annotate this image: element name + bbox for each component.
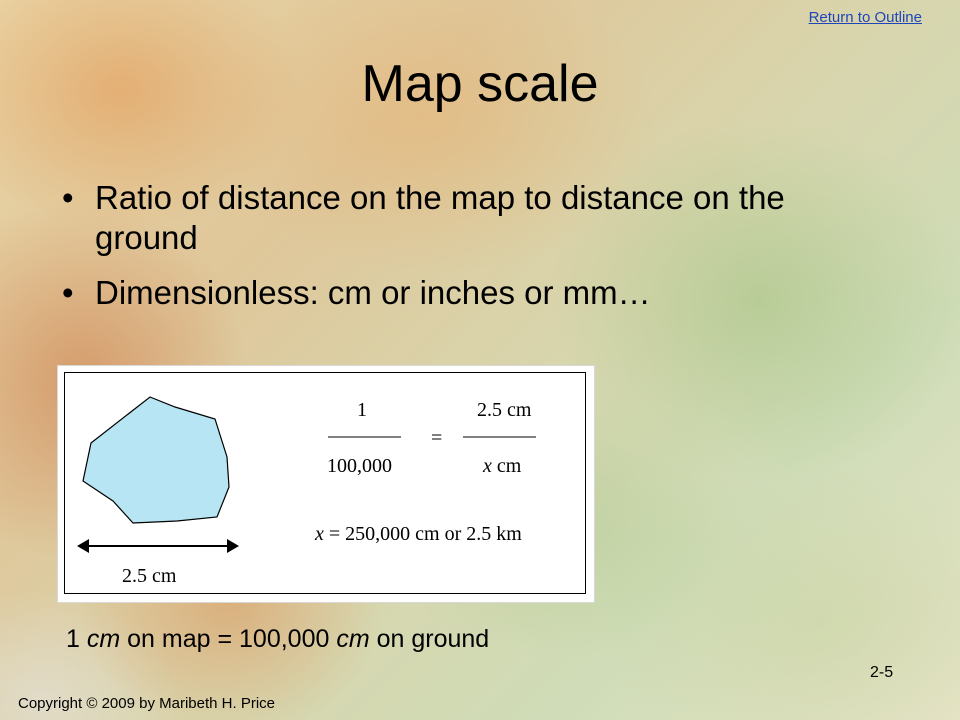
copyright-notice: Copyright © 2009 by Maribeth H. Price bbox=[18, 695, 275, 712]
caption-unit: cm bbox=[86, 625, 121, 653]
return-to-outline-link[interactable]: Return to Outline bbox=[809, 9, 922, 26]
figure-frame: 2.5 cm 1 100,000 = 2.5 cm x cm x = 250,0… bbox=[64, 372, 586, 594]
bullet-marker: • bbox=[62, 179, 74, 216]
caption-unit: cm bbox=[336, 625, 370, 653]
map-scale-figure: 2.5 cm 1 100,000 = 2.5 cm x cm x = 250,0… bbox=[58, 366, 594, 602]
scale-arrowhead-right bbox=[227, 539, 239, 553]
bullet-text: Ratio of distance on the map to distance… bbox=[95, 179, 785, 256]
caption-part: on ground bbox=[369, 625, 490, 653]
left-denominator: 100,000 bbox=[327, 455, 392, 477]
caption-part: on map = 100,000 bbox=[120, 625, 337, 653]
denominator-unit: cm bbox=[491, 455, 522, 477]
right-denominator: x cm bbox=[483, 455, 521, 478]
bullet-item: • Ratio of distance on the map to distan… bbox=[62, 178, 872, 257]
right-numerator: 2.5 cm bbox=[477, 399, 532, 421]
result-equation: x = 250,000 cm or 2.5 km bbox=[315, 523, 522, 546]
page-number: 2-5 bbox=[870, 664, 894, 681]
equals-sign: = bbox=[431, 427, 443, 449]
result-variable: x bbox=[315, 523, 324, 545]
slide-title: Map scale bbox=[361, 55, 599, 113]
scale-caption: 1 cm on map = 100,000 cm on ground bbox=[66, 625, 489, 654]
bullet-list: • Ratio of distance on the map to distan… bbox=[62, 178, 872, 329]
bullet-item: • Dimensionless: cm or inches or mm… bbox=[62, 273, 872, 313]
bullet-text: Dimensionless: cm or inches or mm… bbox=[95, 274, 651, 312]
variable-x: x bbox=[483, 455, 492, 477]
result-text: = 250,000 cm or 2.5 km bbox=[323, 523, 522, 545]
scale-arrowhead-left bbox=[77, 539, 89, 553]
bullet-marker: • bbox=[62, 274, 74, 312]
map-area-shape bbox=[82, 396, 230, 524]
caption-part: 1 bbox=[66, 625, 87, 653]
left-numerator: 1 bbox=[357, 399, 367, 421]
scale-bar-label: 2.5 cm bbox=[122, 565, 177, 587]
